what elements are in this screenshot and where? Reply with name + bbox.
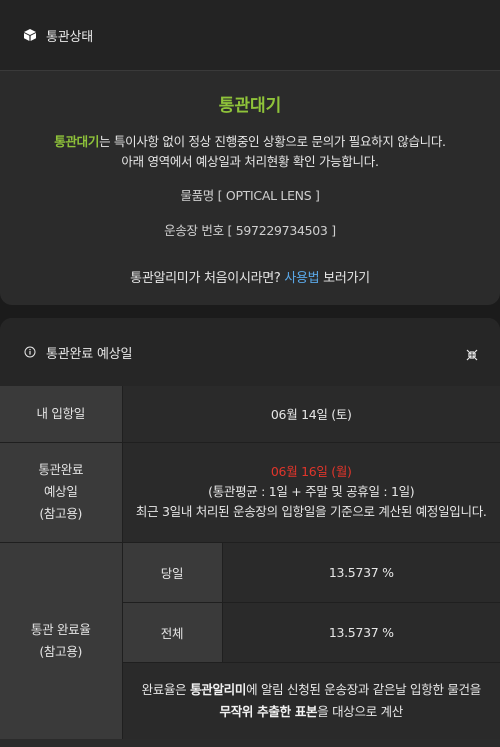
status-headline: 통관대기 <box>218 96 282 116</box>
rate-note: 완료율은 통관알리미에 알림 신청된 운송장과 같은날 입항한 물건을 무작위 … <box>122 662 500 739</box>
estimate-card-header: 통관완료 예상일 <box>0 318 500 386</box>
estimate-card-title: 통관완료 예상일 <box>46 346 133 362</box>
total-value: 13.5737 % <box>222 602 500 663</box>
guide-line: 통관알리미가 처음이시라면? 사용법 보러가기 <box>0 267 500 286</box>
status-highlight: 통관대기 <box>54 134 100 149</box>
status-description-rest: 는 특이사항 없이 정상 진행중인 상황으로 문의가 필요하지 않습니다. <box>99 134 446 149</box>
sameday-label: 당일 <box>122 542 223 603</box>
rate-note-1c: 에 알림 신청된 운송장과 같은날 입항한 물건을 <box>246 681 481 697</box>
table-row: 내 입항일 06월 14일 (토) <box>0 386 500 443</box>
arrival-label: 내 입항일 <box>0 386 123 443</box>
arrival-value: 06월 14일 (토) <box>122 386 500 443</box>
table-row: 통관 완료율 (참고용) 당일 13.5737 % <box>0 542 500 739</box>
expected-note: 최근 3일내 처리된 운송장의 입항일을 기준으로 계산된 예정일입니다. <box>135 504 487 519</box>
rate-note-1a: 완료율은 <box>141 681 191 697</box>
rate-note-1b: 통관알리미 <box>190 681 247 697</box>
guide-prefix: 통관알리미가 처음이시라면? <box>130 271 285 286</box>
status-description: 통관대기는 특이사항 없이 정상 진행중인 상황으로 문의가 필요하지 않습니다… <box>0 132 500 152</box>
product-name: 물품명 [ OPTICAL LENS ] <box>180 188 320 203</box>
expected-detail: (통관평균 : 1일 + 주말 및 공휴일 : 1일) <box>208 484 415 499</box>
table-row: 통관완료 예상일 (참고용) 06월 16일 (월) (통관평균 : 1일 + … <box>0 442 500 543</box>
expected-label-line3: (참고용) <box>39 506 83 521</box>
collapse-icon[interactable] <box>466 346 478 361</box>
estimate-table: 내 입항일 06월 14일 (토) 통관완료 예상일 (참고용) 06월 16일… <box>0 386 500 739</box>
expected-label-line1: 통관완료 <box>38 462 84 477</box>
status-card: 통관상태 통관대기 통관대기는 특이사항 없이 정상 진행중인 상황으로 문의가… <box>0 0 500 305</box>
info-icon <box>22 344 38 360</box>
expected-value: 06월 16일 (월) (통관평균 : 1일 + 주말 및 공휴일 : 1일) … <box>122 442 500 543</box>
rate-label-line1: 통관 완료율 <box>30 621 91 637</box>
guide-link[interactable]: 사용법 <box>284 271 319 286</box>
rate-note-2b: 을 대상으로 계산 <box>317 703 403 719</box>
status-card-title: 통관상태 <box>46 29 94 45</box>
status-card-header: 통관상태 <box>0 0 500 70</box>
status-description-line2: 아래 영역에서 예상일과 처리현황 확인 가능합니다. <box>121 154 379 169</box>
estimate-card: 통관완료 예상일 내 입항일 06월 14일 (토) 통관완료 예상일 (참고용… <box>0 318 500 747</box>
expected-label-line2: 예상일 <box>43 484 78 499</box>
total-label: 전체 <box>122 602 223 663</box>
guide-suffix: 보러가기 <box>319 271 370 286</box>
sameday-value: 13.5737 % <box>222 542 500 603</box>
rate-label-line2: (참고용) <box>39 643 83 659</box>
rate-note-line2: 무작위 추출한 표본을 대상으로 계산 <box>123 701 500 723</box>
expected-date: 06월 16일 (월) <box>270 464 352 479</box>
expected-label: 통관완료 예상일 (참고용) <box>0 442 123 543</box>
rate-label: 통관 완료율 (참고용) <box>0 542 123 739</box>
rate-note-2a: 무작위 추출한 표본 <box>219 703 318 719</box>
waybill-number: 운송장 번호 [ 597229734503 ] <box>164 223 336 238</box>
rate-note-line1: 완료율은 통관알리미에 알림 신청된 운송장과 같은날 입항한 물건을 <box>123 679 500 701</box>
box-icon <box>22 27 38 43</box>
